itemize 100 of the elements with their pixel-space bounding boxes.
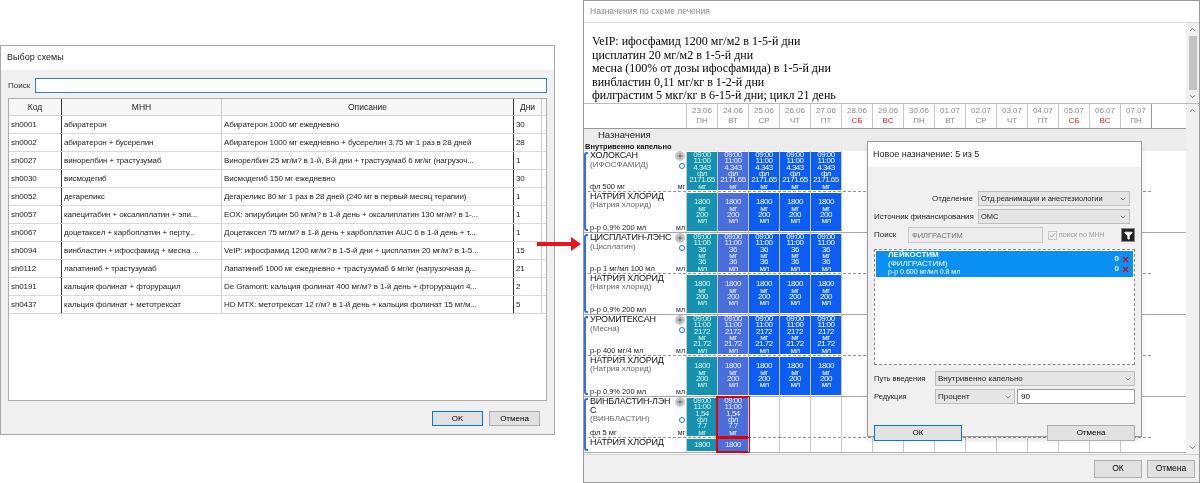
table-cell: кальция фолинат + метотрексат [62, 296, 222, 313]
dose-cell[interactable]: 09:00 11:00 2172 мг 21.72 мл [780, 316, 810, 354]
table-cell: Доцетаксел 75 мг/м? в 1-й день + карбоплатин AUC 6 в 1-й день + т... [222, 224, 514, 241]
dose-cell[interactable]: 1800 мг 200 мл [687, 193, 717, 231]
ok-button[interactable]: OK [432, 411, 483, 426]
dose-cell[interactable]: 1800 мг 200 мл [780, 275, 810, 313]
drug-name: НАТРИЯ ХЛОРИД [590, 438, 664, 447]
column-header[interactable]: Описание [222, 99, 514, 115]
dose-cell[interactable]: 1800 мг 200 мл [687, 357, 717, 395]
dose-cell[interactable]: 1800 мг 200 мл [811, 193, 841, 231]
table-cell: лапатиниб + трастузумаб [62, 260, 222, 277]
table-cell: sh0437 [9, 296, 62, 313]
dose-cell[interactable]: 1800 мг 200 мл [811, 357, 841, 395]
dose-cell[interactable]: 1800 мг 200 мл [687, 275, 717, 313]
table-cell: Абиратерон 1000 мг ежедневно [222, 116, 514, 133]
drug-name: НАТРИЯ ХЛОРИД [590, 274, 664, 283]
add-icon[interactable] [675, 151, 685, 161]
drug-inn: (ИФОСФАМИД) [590, 161, 649, 169]
dose-cell[interactable]: 09:00 11:00 1,54 фл 7.7 мг [687, 398, 717, 436]
drug-inn: (Натрия хлорид) [590, 283, 652, 291]
dose-cell[interactable]: 09:00 11:00 4.343 фл 2171.65 мг [811, 152, 841, 190]
delete-icon[interactable] [1121, 264, 1130, 274]
add-icon[interactable] [675, 397, 685, 407]
weekday-label: СР [758, 116, 770, 126]
dose-cell[interactable]: 09:00 11:00 36 мг 36 мл [811, 234, 841, 272]
chevron-down-icon[interactable] [1188, 443, 1197, 452]
dose-cell[interactable]: 09:00 11:00 1,54 фл 7.7 мг [718, 398, 748, 436]
table-cell: Висмодегиб 150 мг ежедневно [222, 170, 514, 187]
dose-cell[interactable]: 09:00 11:00 4.343 фл 2171.65 мг [749, 152, 779, 190]
scrollbar[interactable] [1186, 23, 1199, 103]
dose-cell[interactable]: 1800 мг 200 мл [718, 193, 748, 231]
table-cell: Винорелбин 25 мг/м? в 1-й, 8-й дни + трастузумаб 6 мг/кг (нагрузоч... [222, 152, 514, 169]
search-field[interactable] [35, 78, 547, 93]
table-cell: sh0057 [9, 206, 62, 223]
dose-cell[interactable]: 1800 мг 200 мл [749, 275, 779, 313]
date-label: 05.07 [1064, 106, 1084, 116]
weekday-label: СБ [1068, 116, 1080, 126]
dose-cell[interactable]: 1800 мг 200 мл [749, 193, 779, 231]
table-cell: sh0027 [9, 152, 62, 169]
dose-cell[interactable]: 1800 мг 200 мл [811, 275, 841, 313]
delete-icon[interactable] [1121, 254, 1130, 264]
dose-cell[interactable]: 09:00 11:00 36 мг 36 мл [687, 234, 717, 272]
dose-cell[interactable]: 09:00 11:00 36 мг 36 мл [780, 234, 810, 272]
scheme-description: VeIP: ифосфамид 1200 мг/м2 в 1-5-й дни цисплатин 20 мг/м2 в 1-5-й дни месна (100% от дозы ифосфамида) в 1-5-й дни винбластин 0,11 мг/кг в 1-2-й дни филграстим 5 мкг/кг в 6-15-й дни; цикл 21 день [591, 33, 837, 103]
dose-cell[interactable]: 09:00 11:00 4.343 фл 2171.65 мг [780, 152, 810, 190]
dose-cell[interactable]: 09:00 11:00 36 мг 36 мл [718, 234, 748, 272]
cancel-button[interactable]: Отмена [1147, 459, 1195, 478]
column-header[interactable]: МНН [62, 99, 222, 115]
weekday-label: ПТ [820, 116, 832, 126]
dose-cell[interactable]: 09:00 11:00 36 мг 36 мл [749, 234, 779, 272]
column-header[interactable]: Код [9, 99, 62, 115]
table-cell: абиратерон + бусерелин [62, 134, 222, 151]
drug-name: ЦИСПЛАТИН-ЛЭНС [590, 233, 672, 242]
table-cell: De Gramont: кальция фолинат 400 мг/м? в 1-й день + фторурацил 4... [222, 278, 514, 295]
filter-button[interactable] [1121, 228, 1135, 242]
table-cell: HD MTX: метотрексат 12 г/м? в 1-й день + кальция фолинат 15 мг/м... [222, 296, 514, 313]
table-cell: винбластин + ифосфамид + месна ... [62, 242, 222, 259]
ok-button[interactable]: ОК [874, 425, 962, 441]
dose-cell[interactable]: 1800 мг 200 мл [780, 193, 810, 231]
chevron-up-icon[interactable] [1188, 106, 1197, 115]
drug-inn: (ФИЛГРАСТИМ) [888, 259, 949, 268]
column-header[interactable]: Дни [514, 99, 542, 115]
bracket-line [584, 398, 588, 451]
table-cell: VeIP: ифосфамид 1200 мг/м? в 1-5-й дни + цисплатин 20 мг/м? в 1-5... [222, 242, 514, 259]
chevron-up-icon[interactable] [1188, 25, 1197, 34]
table-cell: sh0191 [9, 278, 62, 295]
date-label: 30.06 [909, 106, 929, 116]
dose-cell[interactable]: 09:00 11:00 2172 мг 21.72 мл [687, 316, 717, 354]
select-field[interactable]: Процент [935, 389, 1015, 404]
drug-inn: (Цисплатин) [590, 243, 636, 251]
dose-cell[interactable]: 1800 [718, 439, 748, 451]
dose-cell[interactable]: 1800 мг 200 мл [718, 357, 748, 395]
add-icon[interactable] [675, 315, 685, 325]
drug-inn: (Месна) [590, 325, 620, 333]
add-icon[interactable] [675, 233, 685, 243]
dose-cell[interactable]: 09:00 11:00 2172 мг 21.72 мл [749, 316, 779, 354]
table-cell: 30 [514, 116, 542, 133]
dose-cell[interactable]: 09:00 11:00 4.343 фл 2171.65 мг [718, 152, 748, 190]
table-cell: капецитабин + оксалиплатин + эпи... [62, 206, 222, 223]
dose-cell[interactable]: 09:00 11:00 2172 мг 21.72 мл [718, 316, 748, 354]
dose-cell[interactable]: 1800 мг 200 мл [780, 357, 810, 395]
table-cell: 1 [514, 206, 542, 223]
select-field[interactable]: Внутривенно капельно [935, 371, 1135, 386]
cancel-button[interactable]: Отмена [489, 411, 540, 426]
dose-cell[interactable]: 09:00 11:00 2172 мг 21.72 мл [811, 316, 841, 354]
drug-name: ВИНБЛАСТИН-ЛЭНС [590, 397, 672, 415]
dose-cell[interactable]: 1800 [687, 439, 717, 451]
date-label: 04.07 [1033, 106, 1053, 116]
dose-cell[interactable]: 1800 мг 200 мл [749, 357, 779, 395]
ok-button[interactable]: ОК [1094, 459, 1142, 478]
cancel-button[interactable]: Отмена [1047, 425, 1135, 441]
input-field[interactable]: 90 [1017, 389, 1135, 404]
chevron-down-icon[interactable] [1188, 92, 1197, 101]
date-label: 29.06 [878, 106, 898, 116]
drug-inn: (Натрия хлорид) [590, 365, 652, 373]
dose-cell[interactable]: 1800 мг 200 мл [718, 275, 748, 313]
dose-cell[interactable]: 09:00 11:00 4.343 фл 2171.65 мг [687, 152, 717, 190]
table-cell: 1 [514, 224, 542, 241]
field-label: Отделение [931, 192, 974, 205]
table-cell: sh0030 [9, 170, 62, 187]
